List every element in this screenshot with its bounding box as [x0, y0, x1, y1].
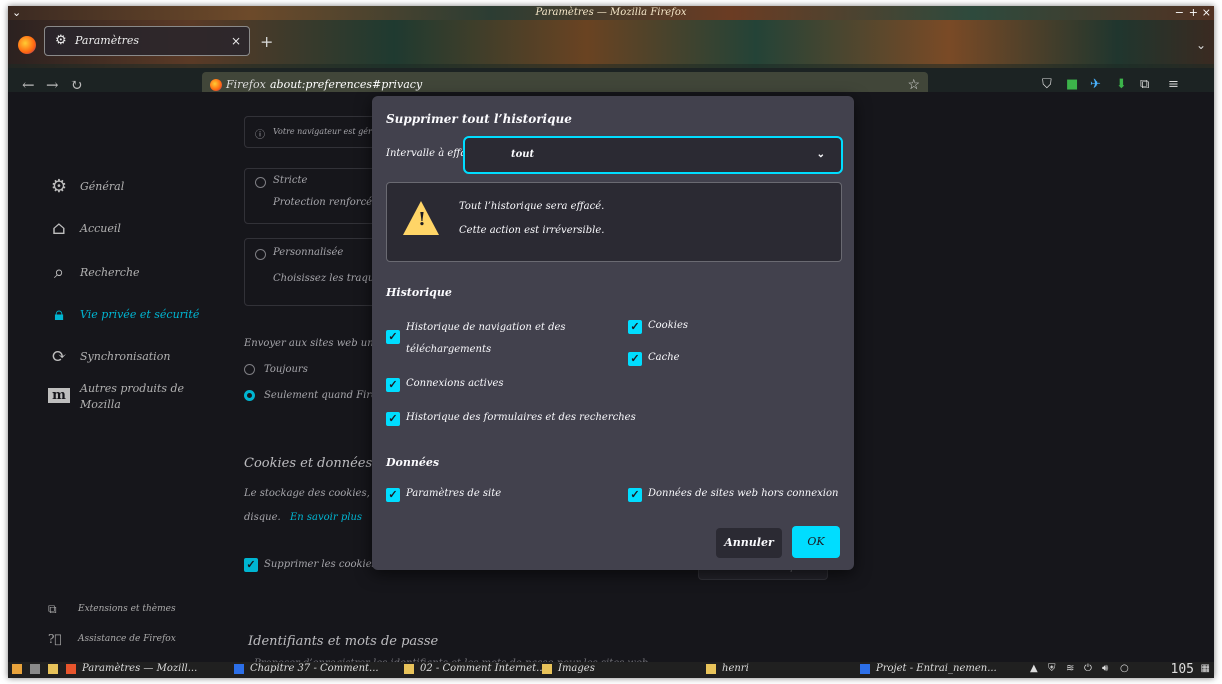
- offline-data-checkbox[interactable]: ✓: [628, 488, 642, 502]
- browsing-history-checkbox[interactable]: ✓: [386, 330, 400, 344]
- tab-strip: ⚙ Paramètres × + ⌄ ← → ↻ Firefox about:p…: [8, 20, 1214, 106]
- download-icon[interactable]: ⬇: [1116, 77, 1127, 92]
- browsing-history-label-2: téléchargements: [406, 344, 492, 355]
- firefox-logo-icon[interactable]: [18, 36, 36, 54]
- active-connections-label: Connexions actives: [406, 378, 504, 389]
- firefox-window: Paramètres — Mozilla Firefox ⌄ − + × ⚙ P…: [8, 6, 1214, 678]
- firefox-identity-icon[interactable]: [210, 79, 222, 91]
- maximize-button[interactable]: +: [1189, 6, 1198, 20]
- menu-icon[interactable]: ≡: [1168, 77, 1179, 92]
- taskbar: Paramètres — Mozill... Chapitre 37 - Com…: [8, 662, 1214, 678]
- taskbar-item-firefox[interactable]: Paramètres — Mozill...: [66, 663, 197, 674]
- warning-icon: !: [403, 201, 439, 235]
- window-menu-icon[interactable]: ⌄: [12, 6, 21, 20]
- chevron-down-icon: ⌄: [816, 149, 825, 160]
- extension-plane-icon[interactable]: ✈: [1090, 77, 1101, 92]
- wifi-icon[interactable]: ≋: [1066, 663, 1074, 674]
- history-heading: Historique: [386, 286, 452, 299]
- notification-icon[interactable]: ▲: [1030, 663, 1038, 674]
- form-history-checkbox[interactable]: ✓: [386, 412, 400, 426]
- cache-label: Cache: [648, 352, 680, 363]
- dialog-title: Supprimer tout l’historique: [386, 112, 572, 126]
- cache-checkbox[interactable]: ✓: [628, 352, 642, 366]
- warning-line-1: Tout l’historique sera effacé.: [459, 201, 605, 212]
- taskbar-item-label: 02 - Comment Internet...: [420, 663, 546, 674]
- taskbar-item-label: Projet - Entrai_nemen...: [876, 663, 997, 674]
- extensions-icon[interactable]: ⧉: [1140, 77, 1149, 92]
- tab-label: Paramètres: [75, 34, 140, 47]
- taskbar-item-label: Images: [558, 663, 595, 674]
- folder-icon[interactable]: [48, 663, 64, 674]
- warning-box: ! Tout l’historique sera effacé. Cette a…: [386, 182, 842, 262]
- volume-icon[interactable]: 🔊︎: [1102, 663, 1108, 674]
- data-heading: Données: [386, 456, 440, 469]
- app-launcher-icon[interactable]: [12, 663, 28, 674]
- range-select[interactable]: tout ⌄: [463, 136, 843, 174]
- form-history-label: Historique des formulaires et des recher…: [406, 412, 636, 423]
- cancel-button[interactable]: Annuler: [716, 528, 782, 558]
- offline-data-label: Données de sites web hors connexion: [648, 488, 839, 499]
- shield-icon[interactable]: ⛨: [1048, 663, 1056, 674]
- minimize-button[interactable]: −: [1175, 6, 1184, 20]
- close-window-button[interactable]: ×: [1202, 6, 1211, 20]
- list-tabs-button[interactable]: ⌄: [1196, 38, 1206, 52]
- power-icon[interactable]: ⏻: [1084, 663, 1092, 674]
- browsing-history-label: Historique de navigation et des: [406, 322, 566, 333]
- taskbar-item-label: Chapitre 37 - Comment...: [250, 663, 379, 674]
- active-connections-checkbox[interactable]: ✓: [386, 378, 400, 392]
- taskbar-item-project[interactable]: Projet - Entrai_nemen...: [860, 663, 997, 674]
- terminal-icon[interactable]: [30, 663, 46, 674]
- site-settings-checkbox[interactable]: ✓: [386, 488, 400, 502]
- settings-tray-icon[interactable]: ○: [1120, 663, 1129, 674]
- gear-icon: ⚙: [55, 33, 67, 48]
- new-tab-button[interactable]: +: [260, 32, 273, 51]
- title-bar: Paramètres — Mozilla Firefox ⌄ − + ×: [8, 6, 1214, 20]
- taskbar-item-label: henri: [722, 663, 749, 674]
- extension-green-icon[interactable]: ■: [1066, 77, 1078, 92]
- warning-line-2: Cette action est irréversible.: [459, 225, 605, 236]
- close-tab-icon[interactable]: ×: [231, 27, 241, 55]
- taskbar-item-internet[interactable]: 02 - Comment Internet...: [404, 663, 546, 674]
- show-desktop-icon[interactable]: ▦: [1201, 663, 1210, 674]
- cookies-label: Cookies: [648, 320, 688, 331]
- taskbar-item-chapter[interactable]: Chapitre 37 - Comment...: [234, 663, 379, 674]
- taskbar-item-label: Paramètres — Mozill...: [82, 663, 198, 674]
- taskbar-item-henri[interactable]: henri: [706, 663, 749, 674]
- cookies-checkbox[interactable]: ✓: [628, 320, 642, 334]
- window-title: Paramètres — Mozilla Firefox: [535, 7, 687, 18]
- clear-history-dialog: Supprimer tout l’historique Intervalle à…: [372, 96, 854, 570]
- clock[interactable]: 105: [1171, 662, 1194, 677]
- taskbar-item-images[interactable]: Images: [542, 663, 595, 674]
- site-settings-label: Paramètres de site: [406, 488, 502, 499]
- tab-settings[interactable]: ⚙ Paramètres ×: [44, 26, 250, 56]
- pocket-icon[interactable]: ⛉: [1042, 77, 1052, 92]
- ok-button[interactable]: OK: [792, 526, 840, 558]
- range-value: tout: [511, 149, 535, 160]
